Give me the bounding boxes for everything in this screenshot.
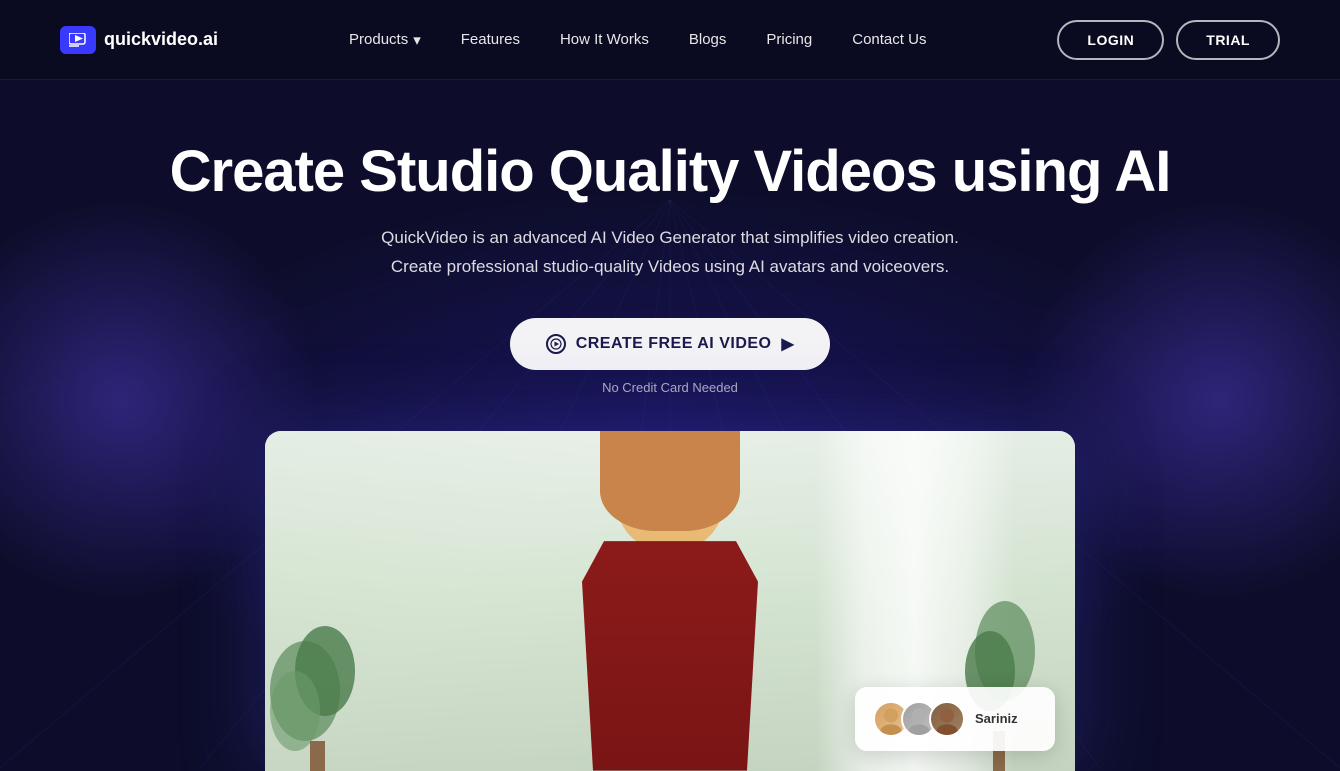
avatar-hair: [610, 431, 730, 471]
video-preview: Sariniz: [265, 431, 1075, 771]
nav-link-contact[interactable]: Contact Us: [852, 31, 926, 48]
avatar-bubble-3: [929, 701, 965, 737]
video-icon: [546, 334, 566, 354]
login-button[interactable]: LOGIN: [1057, 20, 1164, 60]
nav-link-products[interactable]: Products ▾: [349, 31, 421, 49]
avatar-panel-label: Sariniz: [975, 711, 1018, 726]
nav-link-pricing[interactable]: Pricing: [766, 31, 812, 48]
nav-links: Products ▾ Features How It Works Blogs P…: [349, 31, 926, 49]
avatar-bubbles: [873, 701, 965, 737]
hero-subtitle: QuickVideo is an advanced AI Video Gener…: [0, 224, 1340, 282]
logo-text: quickvideo.ai: [104, 29, 218, 50]
avatar-panel: Sariniz: [855, 687, 1055, 751]
cta-button[interactable]: CREATE FREE AI VIDEO ▶: [510, 318, 831, 370]
nav-link-features[interactable]: Features: [461, 31, 520, 48]
hero-section: Create Studio Quality Videos using AI Qu…: [0, 80, 1340, 771]
arrow-icon: ▶: [781, 334, 794, 354]
nav-link-howitworks[interactable]: How It Works: [560, 31, 649, 48]
no-credit-text: No Credit Card Needed: [602, 380, 738, 395]
hero-title: Create Studio Quality Videos using AI: [0, 140, 1340, 204]
nav-item-products[interactable]: Products ▾: [349, 31, 421, 49]
nav-item-pricing[interactable]: Pricing: [766, 31, 812, 49]
nav-item-features[interactable]: Features: [461, 31, 520, 49]
chevron-down-icon: ▾: [413, 31, 421, 49]
nav-item-howitworks[interactable]: How It Works: [560, 31, 649, 49]
nav-item-blogs[interactable]: Blogs: [689, 31, 727, 49]
trial-button[interactable]: TRIAL: [1176, 20, 1280, 60]
plant-left: [265, 571, 385, 771]
logo-icon: [60, 26, 96, 54]
nav-buttons: LOGIN TRIAL: [1057, 20, 1280, 60]
nav-item-contact[interactable]: Contact Us: [852, 31, 926, 49]
logo[interactable]: quickvideo.ai: [60, 26, 218, 54]
video-inner: Sariniz: [265, 431, 1075, 771]
nav-link-blogs[interactable]: Blogs: [689, 31, 727, 48]
cta-wrapper: CREATE FREE AI VIDEO ▶ No Credit Card Ne…: [0, 318, 1340, 395]
navbar: quickvideo.ai Products ▾ Features How It…: [0, 0, 1340, 80]
